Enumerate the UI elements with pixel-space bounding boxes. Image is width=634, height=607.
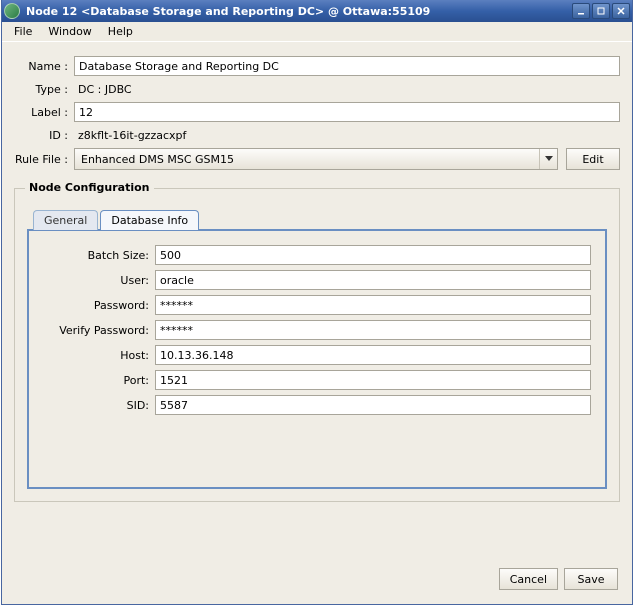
user-field[interactable] [155, 270, 591, 290]
id-value: z8kflt-16it-gzzacxpf [74, 126, 620, 144]
maximize-button[interactable] [592, 3, 610, 19]
node-config-title: Node Configuration [25, 181, 154, 194]
save-button[interactable]: Save [564, 568, 618, 590]
edit-button[interactable]: Edit [566, 148, 620, 170]
row-verify-password: Verify Password: [43, 320, 591, 340]
row-sid: SID: [43, 395, 591, 415]
row-batch-size: Batch Size: [43, 245, 591, 265]
label-name: Name : [14, 60, 74, 73]
tab-database-info[interactable]: Database Info [100, 210, 199, 230]
rulefile-value: Enhanced DMS MSC GSM15 [75, 153, 539, 166]
label-user: User: [43, 274, 155, 287]
chevron-down-icon [545, 156, 553, 162]
window-frame: Node 12 <Database Storage and Reporting … [1, 0, 633, 605]
rulefile-dropdown-button[interactable] [539, 149, 557, 169]
close-icon [617, 7, 625, 15]
menu-window[interactable]: Window [40, 23, 99, 40]
type-value: DC : JDBC [74, 80, 620, 98]
minimize-button[interactable] [572, 3, 590, 19]
dialog-button-bar: Cancel Save [499, 568, 618, 590]
label-id: ID : [14, 129, 74, 142]
password-field[interactable] [155, 295, 591, 315]
port-field[interactable] [155, 370, 591, 390]
tabstrip: General Database Info [27, 209, 607, 229]
app-icon [4, 3, 20, 19]
row-user: User: [43, 270, 591, 290]
rulefile-combobox[interactable]: Enhanced DMS MSC GSM15 [74, 148, 558, 170]
row-type: Type : DC : JDBC [14, 80, 620, 98]
tab-general[interactable]: General [33, 210, 98, 230]
menu-help[interactable]: Help [100, 23, 141, 40]
host-field[interactable] [155, 345, 591, 365]
close-button[interactable] [612, 3, 630, 19]
label-password: Password: [43, 299, 155, 312]
row-host: Host: [43, 345, 591, 365]
maximize-icon [597, 7, 605, 15]
label-sid: SID: [43, 399, 155, 412]
row-password: Password: [43, 295, 591, 315]
row-label: Label : [14, 102, 620, 122]
verify-password-field[interactable] [155, 320, 591, 340]
titlebar: Node 12 <Database Storage and Reporting … [2, 0, 632, 22]
label-label: Label : [14, 106, 74, 119]
row-port: Port: [43, 370, 591, 390]
label-field[interactable] [74, 102, 620, 122]
cancel-button[interactable]: Cancel [499, 568, 558, 590]
sid-field[interactable] [155, 395, 591, 415]
window-controls [572, 3, 630, 19]
label-verify-password: Verify Password: [43, 324, 155, 337]
minimize-icon [577, 7, 585, 15]
label-port: Port: [43, 374, 155, 387]
label-host: Host: [43, 349, 155, 362]
name-field[interactable] [74, 56, 620, 76]
label-type: Type : [14, 83, 74, 96]
batch-size-field[interactable] [155, 245, 591, 265]
node-config-section: Node Configuration General Database Info… [14, 188, 620, 502]
row-id: ID : z8kflt-16it-gzzacxpf [14, 126, 620, 144]
tabs: General Database Info Batch Size: User: … [27, 209, 607, 489]
label-rulefile: Rule File : [14, 153, 74, 166]
row-rulefile: Rule File : Enhanced DMS MSC GSM15 Edit [14, 148, 620, 170]
label-batch-size: Batch Size: [43, 249, 155, 262]
menu-file[interactable]: File [6, 23, 40, 40]
window-title: Node 12 <Database Storage and Reporting … [26, 5, 572, 18]
content-area: Name : Type : DC : JDBC Label : ID : z8k… [2, 42, 632, 510]
menubar: File Window Help [2, 22, 632, 42]
tabpanel-database-info: Batch Size: User: Password: Verify Passw… [27, 229, 607, 489]
row-name: Name : [14, 56, 620, 76]
